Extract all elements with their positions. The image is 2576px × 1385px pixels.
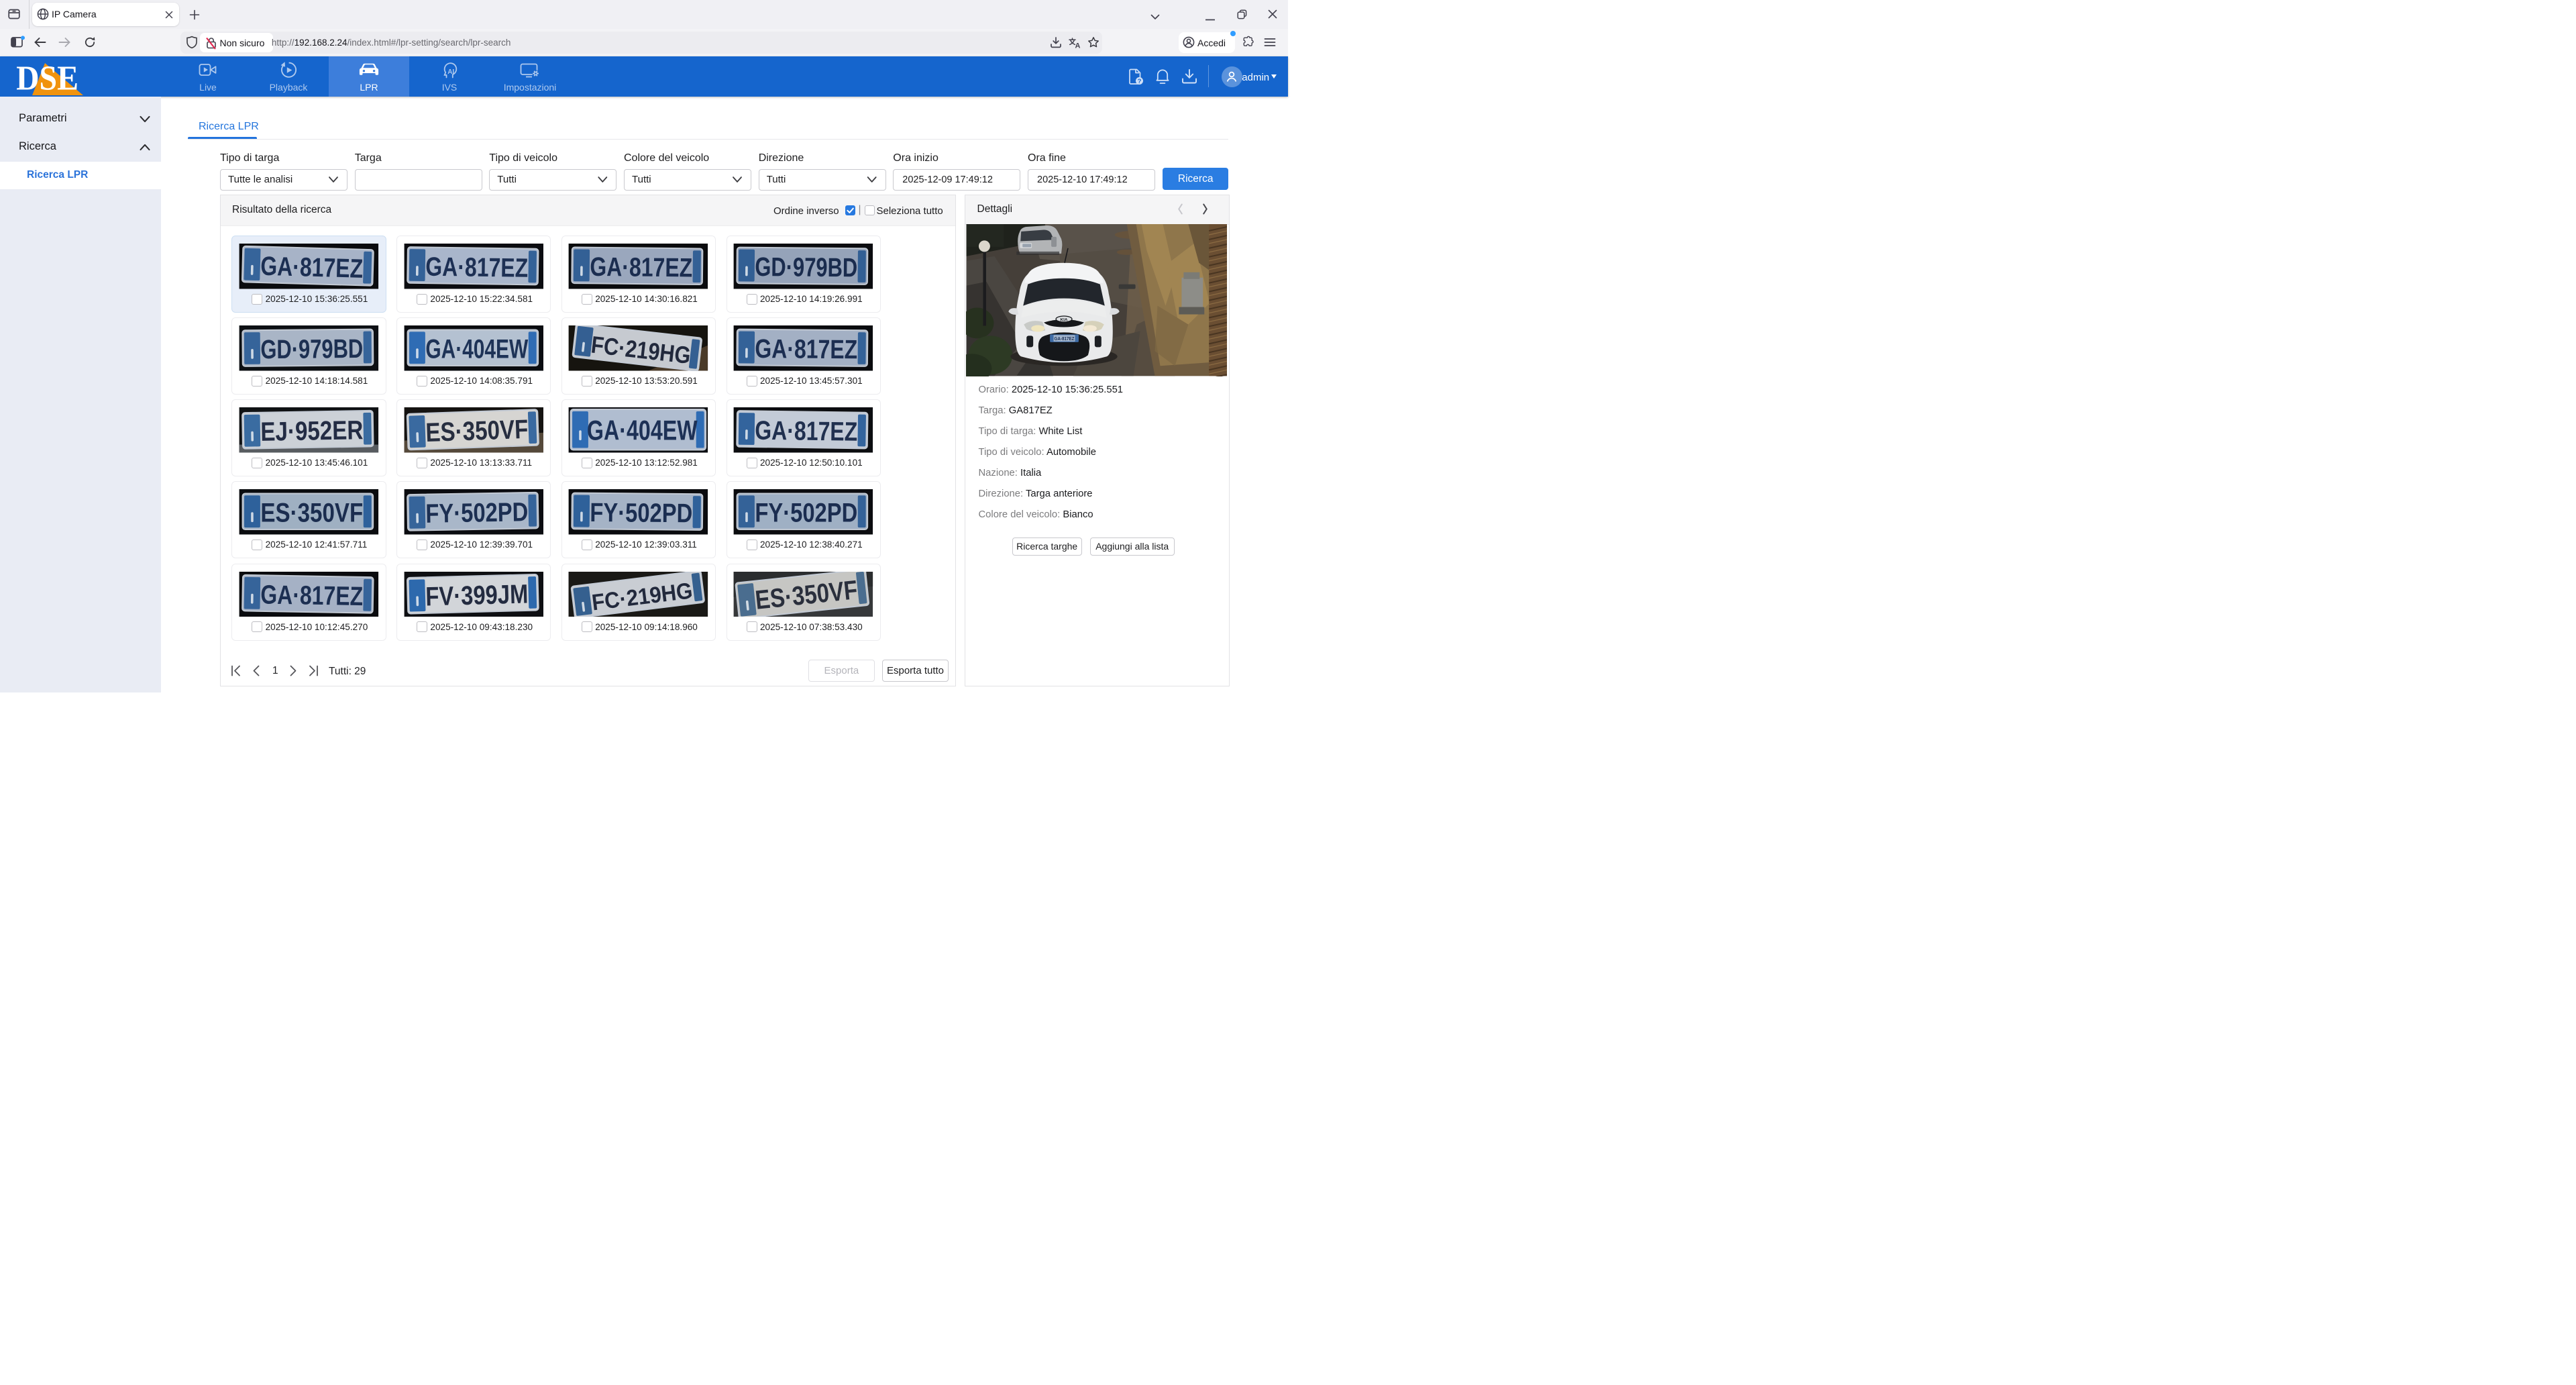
svg-text:GA·404EW: GA·404EW xyxy=(587,415,698,446)
svg-text:EJ·952ER: EJ·952ER xyxy=(260,416,364,448)
svg-text:GA·817EZ: GA·817EZ xyxy=(755,416,857,447)
svg-text:A: A xyxy=(1075,42,1080,49)
svg-text:ES·350VF: ES·350VF xyxy=(260,499,363,528)
svg-text:GA-817EZ: GA-817EZ xyxy=(1054,336,1074,342)
svg-text:ES·350VF: ES·350VF xyxy=(425,415,528,448)
svg-text:FY·502PD: FY·502PD xyxy=(425,498,529,529)
svg-text:AI: AI xyxy=(447,68,454,76)
svg-text:GA·817EZ: GA·817EZ xyxy=(755,334,857,364)
svg-text:GA·817EZ: GA·817EZ xyxy=(590,252,693,283)
svg-text:GA·404EW: GA·404EW xyxy=(425,335,528,364)
svg-text:FY·502PD: FY·502PD xyxy=(755,499,858,528)
svg-text:FY·502PD: FY·502PD xyxy=(590,498,693,528)
svg-text:GA·817EZ: GA·817EZ xyxy=(260,580,364,611)
svg-text:GA·817EZ: GA·817EZ xyxy=(425,252,528,283)
svg-text:DSE: DSE xyxy=(17,61,78,96)
svg-text:KIA: KIA xyxy=(1060,318,1067,323)
svg-text:GD·979BD: GD·979BD xyxy=(260,334,363,364)
svg-text:FV·399JM: FV·399JM xyxy=(425,579,529,611)
svg-text:?: ? xyxy=(1138,78,1142,85)
svg-text:GD·979BD: GD·979BD xyxy=(755,252,857,283)
svg-text:GA·817EZ: GA·817EZ xyxy=(260,252,364,284)
